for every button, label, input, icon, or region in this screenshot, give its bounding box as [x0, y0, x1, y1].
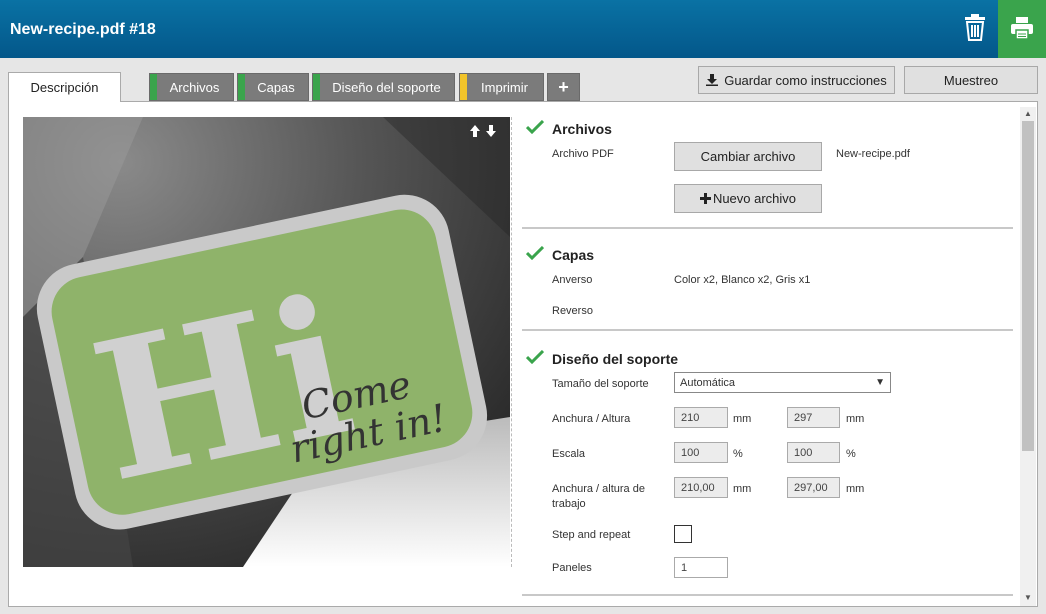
work-width-field[interactable]: 210,00: [674, 477, 728, 498]
back-label: Reverso: [552, 305, 593, 317]
pdf-preview: Hi Come right in!: [23, 117, 510, 567]
button-label: Guardar como instrucciones: [724, 72, 887, 88]
button-label: Cambiar archivo: [700, 149, 796, 164]
width-height-label: Anchura / Altura: [552, 413, 631, 425]
status-stripe: [460, 74, 467, 100]
unit-label: mm: [733, 413, 752, 425]
tab-archivos[interactable]: Archivos: [149, 73, 234, 101]
panels-label: Paneles: [552, 562, 592, 574]
section-divider: [522, 227, 1013, 229]
tab-label: Capas: [257, 79, 295, 95]
unit-label: %: [733, 448, 743, 460]
button-label: Nuevo archivo: [712, 191, 797, 206]
check-icon: [526, 350, 544, 364]
section-title-archivos: Archivos: [552, 121, 612, 137]
change-file-button[interactable]: Cambiar archivo: [674, 142, 822, 171]
step-repeat-checkbox[interactable]: [674, 525, 692, 543]
scale-label: Escala: [552, 448, 586, 460]
plus-icon: +: [558, 76, 569, 97]
status-stripe: [150, 74, 157, 100]
unit-label: mm: [846, 483, 865, 495]
sampling-button[interactable]: Muestreo: [904, 66, 1038, 94]
trash-icon[interactable]: [960, 12, 990, 44]
scroll-up-icon[interactable]: ▲: [1024, 109, 1032, 118]
tab-capas[interactable]: Capas: [237, 73, 309, 101]
button-label: Muestreo: [943, 72, 999, 88]
app-header: New-recipe.pdf #18: [0, 0, 1046, 58]
panels-field[interactable]: 1: [674, 557, 728, 578]
plus-icon: [699, 193, 711, 204]
pdf-file-label: Archivo PDF: [552, 148, 614, 160]
scroll-down-icon[interactable]: ▼: [1024, 593, 1032, 602]
work-size-label-2: trabajo: [552, 498, 586, 510]
document-title: New-recipe.pdf #18: [10, 21, 156, 38]
scrollbar-thumb[interactable]: [1022, 121, 1034, 451]
section-title-diseno: Diseño del soporte: [552, 351, 679, 367]
pdf-filename: New-recipe.pdf: [836, 148, 910, 160]
section-divider: [522, 594, 1013, 596]
tab-imprimir[interactable]: Imprimir: [459, 73, 544, 101]
scrollbar[interactable]: ▲ ▼: [1020, 107, 1036, 606]
download-icon: [706, 74, 719, 86]
tab-label: Diseño del soporte: [332, 79, 441, 95]
front-label: Anverso: [552, 274, 593, 286]
tab-label: Archivos: [169, 79, 220, 95]
status-stripe: [313, 74, 320, 100]
front-layers-value: Color x2, Blanco x2, Gris x1: [674, 274, 811, 286]
status-stripe: [238, 74, 245, 100]
scale-y-field[interactable]: 100: [787, 442, 840, 463]
media-size-select[interactable]: Automática ▼: [674, 372, 891, 393]
unit-label: mm: [733, 483, 752, 495]
select-value: Automática: [680, 376, 736, 389]
printer-icon: [1011, 17, 1033, 40]
tab-descripcion[interactable]: Descripción: [8, 72, 121, 102]
new-file-button[interactable]: Nuevo archivo: [674, 184, 822, 213]
tab-label: Imprimir: [481, 79, 528, 95]
height-field[interactable]: 297: [787, 407, 840, 428]
work-height-field[interactable]: 297,00: [787, 477, 840, 498]
step-repeat-label: Step and repeat: [552, 529, 631, 541]
dropdown-arrow-icon: ▼: [875, 377, 885, 388]
width-field[interactable]: 210: [674, 407, 728, 428]
preview-divider: [511, 117, 512, 567]
check-icon: [526, 246, 544, 260]
section-title-capas: Capas: [552, 247, 595, 263]
unit-label: %: [846, 448, 856, 460]
media-size-label: Tamaño del soporte: [552, 378, 649, 390]
tab-diseno-soporte[interactable]: Diseño del soporte: [312, 73, 455, 101]
section-divider: [522, 329, 1013, 331]
tab-label: Descripción: [30, 80, 99, 95]
print-button[interactable]: [998, 0, 1046, 58]
add-tab-button[interactable]: +: [547, 73, 580, 101]
save-instructions-button[interactable]: Guardar como instrucciones: [698, 66, 895, 94]
reorder-arrows-icon[interactable]: [469, 124, 499, 138]
work-size-label: Anchura / altura de: [552, 483, 645, 495]
unit-label: mm: [846, 413, 865, 425]
check-icon: [526, 120, 544, 134]
scale-x-field[interactable]: 100: [674, 442, 728, 463]
